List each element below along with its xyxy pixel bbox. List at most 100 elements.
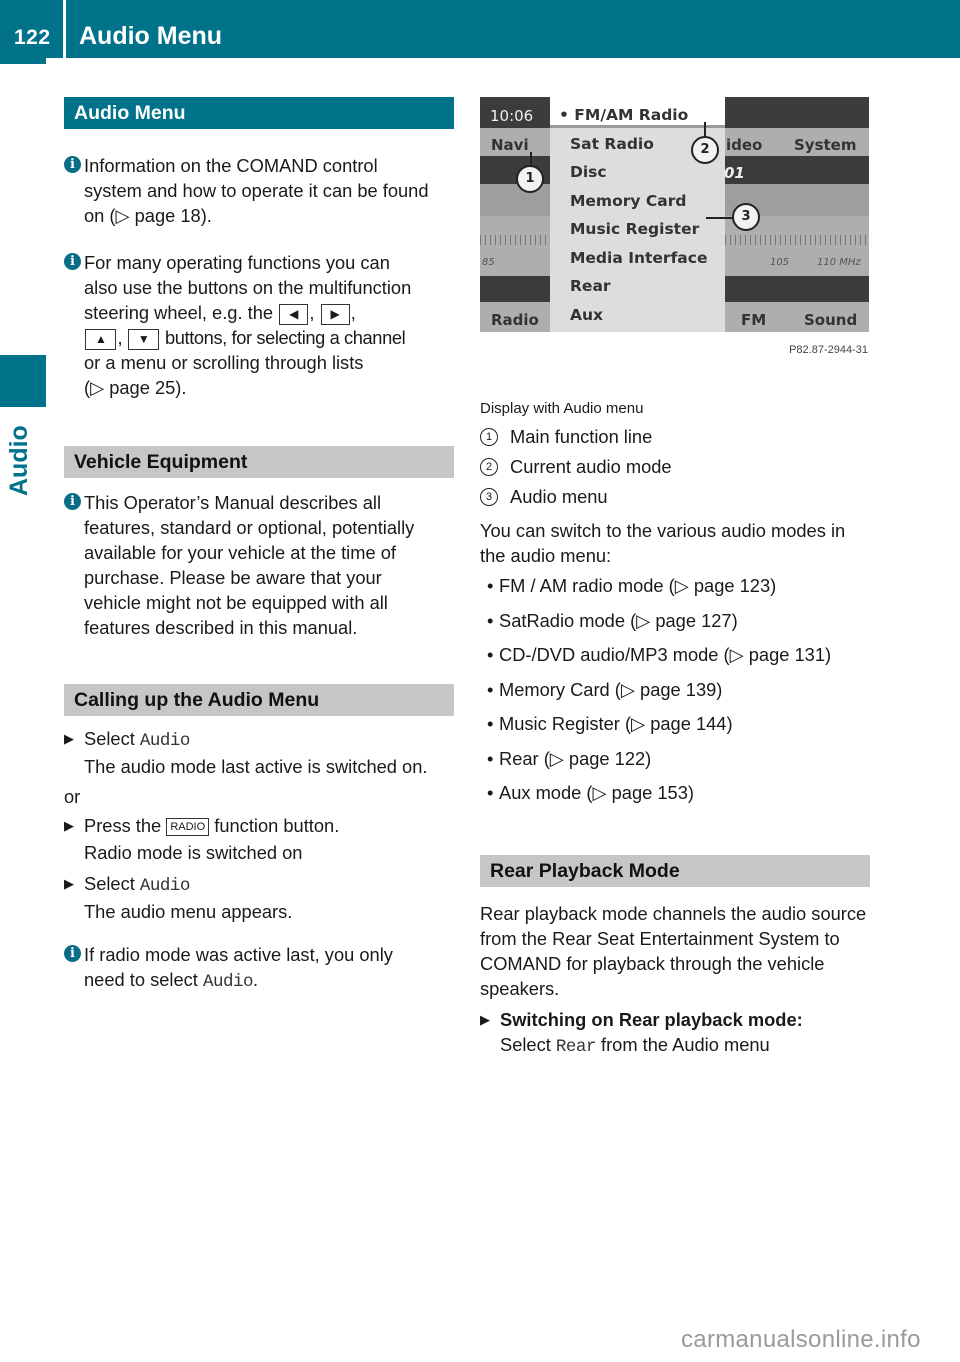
audio-menu-item-disc[interactable]: Disc [570, 160, 607, 185]
left-column: Audio Menu i Information on the COMAND c… [64, 97, 454, 995]
nav-item-radio: Radio [491, 311, 539, 329]
figure-code: P82.87-2944-31 [789, 344, 868, 356]
legend-text: Main function line [510, 426, 653, 447]
section-heading-audio-menu: Audio Menu [64, 97, 454, 129]
legend-text: Current audio mode [510, 456, 672, 477]
list-item-text: Aux mode (▷ page 153) [499, 782, 694, 803]
nav-item-system: System [794, 136, 857, 154]
list-item-text: SatRadio mode (▷ page 127) [499, 609, 738, 631]
legend-number-icon: 2 [480, 458, 498, 476]
list-item[interactable]: • Aux mode (▷ page 153) [480, 776, 870, 811]
page-reference-link[interactable]: (▷ page 25). [84, 377, 186, 398]
text: need to select [84, 969, 198, 990]
text-line: system and how to operate it can be foun… [84, 180, 429, 201]
legend-number-icon: 1 [480, 428, 498, 446]
section-heading-rear-playback-mode: Rear Playback Mode [480, 854, 870, 887]
figure-caption: Display with Audio menu [480, 400, 644, 417]
up-button-key: ▲ [85, 329, 117, 350]
display-item-audio: Audio [139, 876, 191, 896]
comand-display-figure: 10:06 Navi ideo System 01 85 105 110 MHz… [480, 97, 869, 332]
text-line: This Operator’s Manual describes all [84, 492, 382, 513]
list-item-text: Rear (▷ page 122) [499, 747, 652, 769]
text: function button. [214, 815, 340, 836]
audio-menu-item-fm-am-radio[interactable]: • FM/AM Radio [559, 103, 688, 128]
text-line: Information on the COMAND control [84, 155, 378, 176]
text-line: If radio mode was active last, you only [84, 944, 393, 965]
audio-menu-item-sat-radio[interactable]: Sat Radio [570, 132, 654, 157]
step-result: Radio mode is switched on [84, 842, 303, 863]
text: Press the [84, 815, 162, 836]
text-line: purchase. Please be aware that your [84, 567, 382, 588]
radio-button-key: RADIO [166, 818, 210, 836]
text: Select [500, 1033, 551, 1055]
instruction-step: ▶ Press the RADIO function button. Radio… [64, 813, 454, 865]
list-item-text: CD-/DVD audio/MP3 mode (▷ page 131) [499, 644, 832, 665]
info-note: i If radio mode was active last, you onl… [64, 942, 454, 995]
or-separator: or [64, 786, 81, 807]
instruction-step: ▶ Select Audio The audio mode last activ… [64, 726, 454, 779]
station-fragment: 01 [724, 164, 745, 182]
page-title: Audio Menu [79, 22, 223, 50]
clock: 10:06 [490, 107, 534, 125]
step-arrow-icon: ▶ [64, 876, 74, 891]
audio-menu-item-media-interface[interactable]: Media Interface [570, 246, 707, 271]
callout-3: 3 [732, 203, 760, 231]
audio-menu-item-rear[interactable]: Rear [570, 274, 611, 299]
text-line: or a menu or scrolling through lists [84, 352, 364, 373]
list-item[interactable]: • Rear (▷ page 122) [480, 742, 870, 777]
right-column: 10:06 Navi ideo System 01 85 105 110 MHz… [480, 97, 870, 1060]
audio-menu-list: • FM/AM Radio Sat Radio Disc Memory Card… [550, 97, 725, 332]
page-reference-link[interactable]: on (▷ page 18). [84, 205, 212, 226]
legend-number-icon: 3 [480, 488, 498, 506]
audio-menu-item-memory-card[interactable]: Memory Card [570, 189, 686, 214]
text: Select [84, 728, 135, 749]
list-item[interactable]: • CD-/DVD audio/MP3 mode (▷ page 131) [480, 638, 870, 673]
info-icon: i [64, 156, 81, 173]
info-note: i Information on the COMAND control syst… [64, 153, 454, 228]
text-line: also use the buttons on the multifunctio… [84, 277, 412, 298]
instruction-step: ▶ Switching on Rear playback mode: Selec… [480, 1007, 870, 1060]
callout-1: 1 [516, 165, 544, 193]
step-result: The audio mode last active is switched o… [84, 756, 428, 777]
info-icon: i [64, 253, 81, 270]
audio-menu-item-aux[interactable]: Aux [570, 303, 603, 328]
figure-legend: 1 Main function line 2 Current audio mode … [480, 422, 870, 512]
intro-paragraph: You can switch to the various audio mode… [480, 520, 846, 566]
page-number: 122 [14, 26, 51, 49]
list-item[interactable]: • Music Register (▷ page 144) [480, 707, 870, 742]
display-item-rear: Rear [555, 1036, 597, 1057]
section-heading-calling-up-audio-menu: Calling up the Audio Menu [64, 684, 454, 716]
list-item-text: FM / AM radio mode (▷ page 123) [499, 575, 777, 596]
list-item[interactable]: • Memory Card (▷ page 139) [480, 673, 870, 708]
rear-description: Rear playback mode channels the audio so… [480, 902, 867, 999]
side-tab-marker [0, 355, 46, 407]
text: from the Audio menu [601, 1033, 770, 1055]
list-item[interactable]: • SatRadio mode (▷ page 127) [480, 604, 870, 639]
info-icon: i [64, 493, 81, 510]
nav-item-sound: Sound [804, 311, 858, 329]
step-title: Switching on Rear playback mode: [500, 1008, 803, 1030]
right-button-key: ▶ [320, 304, 350, 325]
list-item-text: Memory Card (▷ page 139) [499, 678, 723, 700]
side-tab-label: Audio [5, 425, 33, 496]
freq-label: 105 [770, 257, 790, 268]
freq-label: 110 MHz [817, 257, 861, 268]
step-arrow-icon: ▶ [480, 1011, 490, 1027]
legend-item: 1 Main function line [480, 422, 870, 452]
header-divider [63, 0, 66, 58]
list-item[interactable]: • FM / AM radio mode (▷ page 123) [480, 569, 870, 604]
down-button-key: ▼ [127, 329, 160, 350]
side-tab-strip [0, 58, 46, 64]
nav-item-fm: FM [741, 311, 767, 329]
info-note: i This Operator’s Manual describes all f… [64, 490, 454, 640]
section-heading-vehicle-equipment: Vehicle Equipment [64, 446, 454, 478]
watermark: carmanualsonline.info [681, 1326, 921, 1353]
freq-label: 85 [482, 257, 495, 268]
text-line: buttons, for selecting a channel [165, 327, 406, 348]
instruction-step: ▶ Select Audio The audio menu appears. [64, 871, 454, 924]
audio-menu-item-music-register[interactable]: Music Register [570, 217, 699, 242]
callout-leader [706, 217, 733, 219]
text-line: steering wheel, e.g. the [84, 302, 274, 323]
info-note: i For many operating functions you can a… [64, 250, 454, 400]
text-line: features described in this manual. [84, 617, 358, 638]
